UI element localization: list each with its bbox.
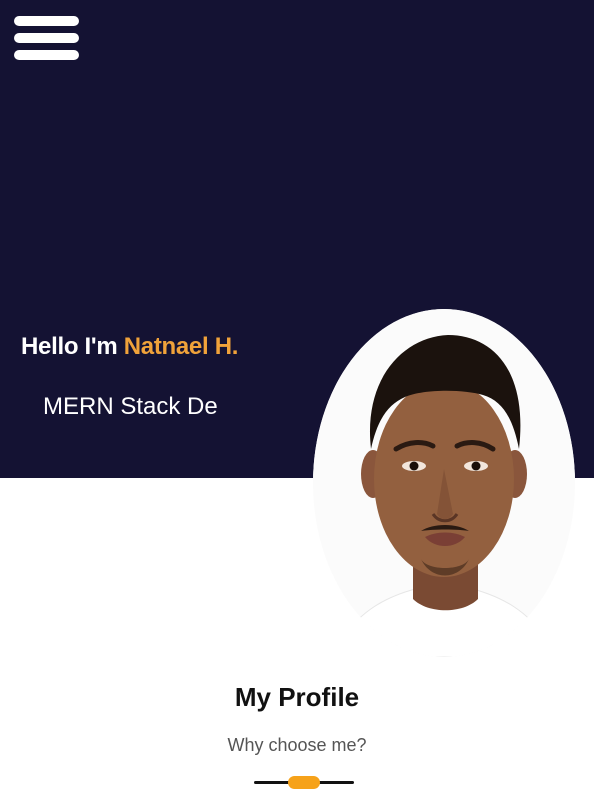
section-title: My Profile [234,682,360,712]
greeting-name: Natnael H. [123,333,239,360]
section-divider [254,776,354,790]
hero-greeting: Hello I'm Natnael H. [21,333,238,361]
menu-bar-middle [14,33,79,43]
hamburger-menu-icon[interactable] [14,16,79,62]
divider-accent [288,776,320,789]
greeting-prefix: Hello I'm [21,333,124,360]
section-subtitle: Why choose me? [227,735,367,755]
typing-role-text: MERN Stack De [43,393,218,420]
profile-avatar [313,309,575,657]
menu-bar-top [14,16,79,26]
menu-bar-bottom [14,50,79,60]
